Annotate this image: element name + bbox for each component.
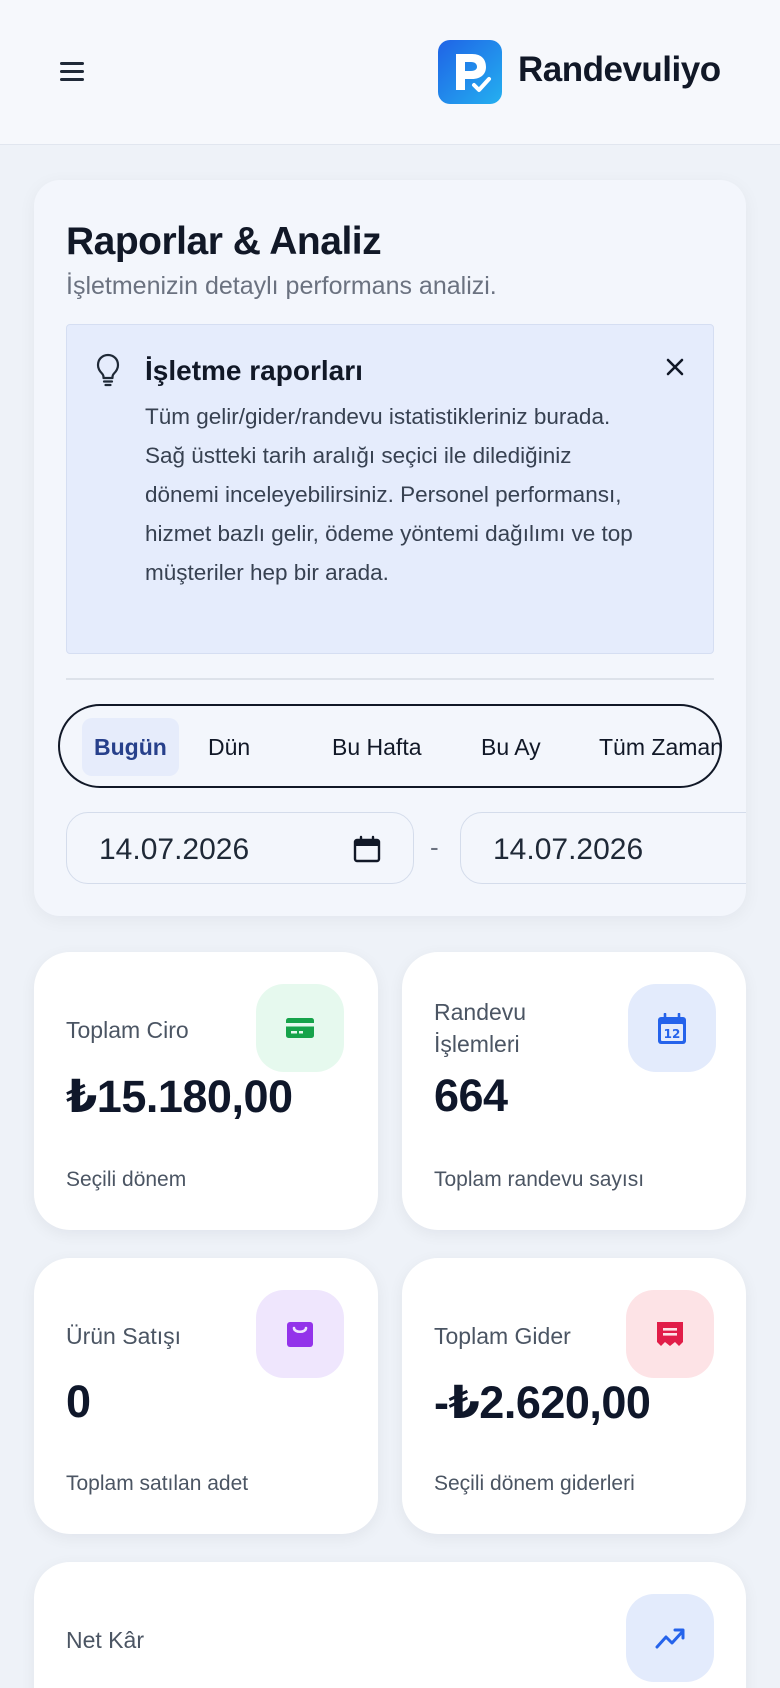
hamburger-menu-icon[interactable] bbox=[52, 52, 92, 92]
close-icon[interactable] bbox=[655, 347, 695, 387]
brand-name[interactable]: Randevuliyo bbox=[518, 50, 721, 90]
calendar-icon: 12 bbox=[628, 984, 716, 1072]
stat-value: 0 bbox=[66, 1376, 91, 1427]
stat-card-total-expense: Toplam Gider -₺2.620,00 Seçili dönem gid… bbox=[402, 1258, 746, 1534]
stat-note: Toplam satılan adet bbox=[66, 1472, 249, 1495]
lightbulb-icon bbox=[95, 353, 121, 387]
info-title: İşletme raporları bbox=[145, 355, 363, 386]
stat-value: 664 bbox=[434, 1070, 508, 1121]
trending-up-icon bbox=[626, 1594, 714, 1682]
stat-card-net-profit: Net Kâr bbox=[34, 1562, 746, 1688]
tab-all-time[interactable]: Tüm Zaman bbox=[587, 718, 720, 776]
credit-card-icon bbox=[256, 984, 344, 1072]
stat-card-total-revenue: Toplam Ciro ₺15.180,00 Seçili dönem bbox=[34, 952, 378, 1230]
info-box: İşletme raporları Tüm gelir/gider/randev… bbox=[66, 324, 714, 654]
tab-this-month[interactable]: Bu Ay bbox=[469, 718, 553, 776]
page-title: Raporlar & Analiz bbox=[66, 220, 382, 263]
stat-label: Ürün Satışı bbox=[66, 1323, 182, 1349]
receipt-icon bbox=[626, 1290, 714, 1378]
divider bbox=[66, 678, 714, 680]
tab-today[interactable]: Bugün bbox=[82, 718, 179, 776]
stat-note: Seçili dönem giderleri bbox=[434, 1472, 635, 1495]
stat-label: Net Kâr bbox=[66, 1627, 144, 1653]
brand-logo-icon[interactable] bbox=[438, 40, 502, 104]
tab-this-week[interactable]: Bu Hafta bbox=[320, 718, 434, 776]
tab-yesterday[interactable]: Dün bbox=[196, 718, 262, 776]
stat-note: Seçili dönem bbox=[66, 1168, 187, 1191]
stat-note: Toplam randevu sayısı bbox=[434, 1168, 645, 1191]
stat-card-product-sales: Ürün Satışı 0 Toplam satılan adet bbox=[34, 1258, 378, 1534]
calendar-day-text: 12 bbox=[664, 1027, 681, 1041]
stat-label: Toplam Gider bbox=[434, 1323, 571, 1349]
start-date-value: 14.07.2026 bbox=[99, 833, 250, 866]
stat-value: -₺2.620,00 bbox=[434, 1377, 651, 1428]
info-text: Tüm gelir/gider/randevu istatistiklerini… bbox=[145, 404, 633, 585]
date-range-separator: - bbox=[430, 832, 439, 862]
start-date-input[interactable]: 14.07.2026 bbox=[66, 812, 414, 884]
end-date-value: 14.07.2026 bbox=[493, 833, 644, 866]
page-subtitle: İşletmenizin detaylı performans analizi. bbox=[66, 272, 497, 300]
date-preset-tabs: Bugün Dün Bu Hafta Bu Ay Tüm Zaman bbox=[58, 704, 722, 788]
stat-card-appointments: Randevu İşlemleri 12 664 Toplam randevu … bbox=[402, 952, 746, 1230]
stat-value: ₺15.180,00 bbox=[66, 1071, 293, 1122]
stat-label: Randevu İşlemleri bbox=[434, 999, 527, 1057]
end-date-input[interactable]: 14.07.2026 bbox=[460, 812, 746, 884]
app-header: Randevuliyo bbox=[0, 0, 780, 145]
calendar-icon[interactable] bbox=[353, 835, 381, 863]
shopping-bag-icon bbox=[256, 1290, 344, 1378]
stat-label: Toplam Ciro bbox=[66, 1017, 189, 1043]
reports-panel: Raporlar & Analiz İşletmenizin detaylı p… bbox=[34, 180, 746, 916]
